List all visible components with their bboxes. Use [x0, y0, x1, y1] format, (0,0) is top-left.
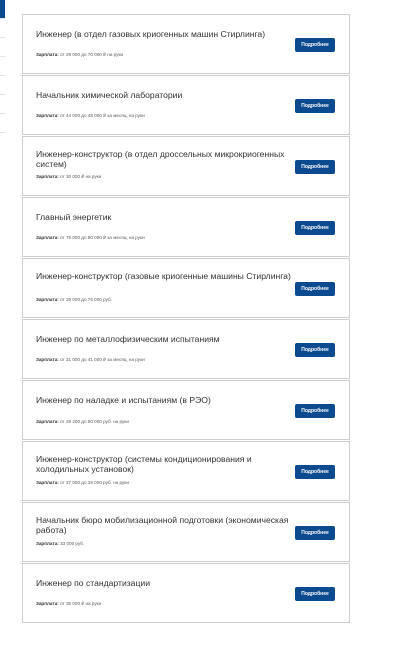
vacancy-title[interactable]: Инженер по наладке и испытаниям (в РЭО)	[36, 395, 294, 405]
vacancy-salary: Зарплата: от 31 000 до 41 000 ₽ за месяц…	[36, 357, 145, 363]
salary-label: Зарплата:	[36, 297, 59, 302]
vacancy-salary: Зарплата: от 44 000 до 48 000 ₽ за месяц…	[36, 113, 145, 119]
sidebar-item[interactable]	[0, 38, 5, 57]
salary-label: Зарплата:	[36, 541, 59, 546]
sidebar-item[interactable]	[0, 19, 5, 38]
vacancy-salary: Зарплата: от 29 000 до 70 000 ₽ на руки	[36, 52, 123, 58]
salary-value: от 30 000 ₽ на руки	[60, 174, 102, 179]
vacancy-salary: Зарплата: от 35 000 ₽ на руки	[36, 601, 101, 607]
salary-label: Зарплата:	[36, 174, 59, 179]
vacancy-card: Начальник бюро мобилизационной подготовк…	[22, 502, 350, 562]
sidebar-item[interactable]	[0, 95, 5, 114]
vacancy-salary: Зарплата: от 27 000 до 39 000 руб. на ру…	[36, 480, 129, 485]
salary-label: Зарплата:	[36, 235, 59, 240]
vacancy-salary: Зарплата: от 30 000 ₽ на руки	[36, 174, 101, 180]
salary-label: Зарплата:	[36, 419, 59, 424]
details-button[interactable]: Подробнее	[295, 587, 335, 601]
vacancy-card: Главный энергетик Зарплата: от 75 000 до…	[22, 197, 350, 257]
salary-label: Зарплата:	[36, 480, 59, 485]
vacancy-salary: Зарплата: от 75 000 до 80 000 ₽ за месяц…	[36, 235, 145, 241]
vacancy-title[interactable]: Инженер по стандартизации	[36, 578, 294, 588]
salary-value: от 29 200 до 60 000 руб. на руки	[60, 419, 129, 424]
sidebar-stub	[0, 0, 5, 150]
details-button[interactable]: Подробнее	[295, 343, 335, 357]
salary-label: Зарплата:	[36, 601, 59, 606]
vacancy-card: Инженер по наладке и испытаниям (в РЭО) …	[22, 380, 350, 440]
salary-value: от 29 000 до 70 000 ₽ на руки	[60, 52, 124, 57]
vacancy-title[interactable]: Главный энергетик	[36, 212, 294, 222]
sidebar-item[interactable]	[0, 57, 5, 76]
vacancy-title[interactable]: Начальник химической лаборатории	[36, 90, 294, 100]
salary-label: Зарплата:	[36, 357, 59, 362]
salary-label: Зарплата:	[36, 113, 59, 118]
salary-value: 33 000 руб.	[60, 541, 85, 546]
vacancy-card: Инженер-конструктор (газовые криогенные …	[22, 258, 350, 318]
details-button[interactable]: Подробнее	[295, 282, 335, 296]
details-button[interactable]: Подробнее	[295, 38, 335, 52]
vacancy-title[interactable]: Инженер-конструктор (газовые криогенные …	[36, 271, 294, 281]
salary-value: от 75 000 до 80 000 ₽ за месяц, на руки	[60, 235, 145, 240]
vacancy-card: Инженер (в отдел газовых криогенных маши…	[22, 14, 350, 74]
vacancy-card: Инженер по металлофизическим испытаниям …	[22, 319, 350, 379]
vacancy-title[interactable]: Инженер-конструктор (в отдел дроссельных…	[36, 149, 294, 169]
salary-value: от 35 000 ₽ на руки	[60, 601, 102, 606]
details-button[interactable]: Подробнее	[295, 526, 335, 540]
vacancy-list: Инженер (в отдел газовых криогенных маши…	[22, 14, 350, 624]
sidebar-item[interactable]	[0, 76, 5, 95]
salary-label: Зарплата:	[36, 52, 59, 57]
vacancy-card: Инженер-конструктор (системы кондиционир…	[22, 441, 350, 501]
salary-value: от 44 000 до 48 000 ₽ за месяц, на руки	[60, 113, 145, 118]
vacancy-title[interactable]: Инженер-конструктор (системы кондиционир…	[36, 454, 294, 474]
salary-value: от 27 000 до 39 000 руб. на руки	[60, 480, 129, 485]
salary-value: от 31 000 до 41 000 ₽ за месяц, на руки	[60, 357, 145, 362]
vacancy-salary: Зарплата: от 29 200 до 60 000 руб. на ру…	[36, 419, 129, 424]
vacancy-title[interactable]: Начальник бюро мобилизационной подготовк…	[36, 515, 294, 535]
vacancy-salary: Зарплата: от 29 000 до 75 000 руб.	[36, 297, 112, 302]
sidebar-item[interactable]	[0, 114, 5, 133]
vacancy-card: Инженер по стандартизации Зарплата: от 3…	[22, 563, 350, 623]
vacancy-card: Начальник химической лаборатории Зарплат…	[22, 75, 350, 135]
vacancy-title[interactable]: Инженер по металлофизическим испытаниям	[36, 334, 294, 344]
details-button[interactable]: Подробнее	[295, 221, 335, 235]
salary-value: от 29 000 до 75 000 руб.	[60, 297, 112, 302]
vacancy-title[interactable]: Инженер (в отдел газовых криогенных маши…	[36, 29, 294, 39]
vacancy-salary: Зарплата: 33 000 руб.	[36, 541, 84, 546]
details-button[interactable]: Подробнее	[295, 99, 335, 113]
details-button[interactable]: Подробнее	[295, 160, 335, 174]
details-button[interactable]: Подробнее	[295, 404, 335, 418]
vacancy-card: Инженер-конструктор (в отдел дроссельных…	[22, 136, 350, 196]
sidebar-item-active[interactable]	[0, 0, 5, 19]
details-button[interactable]: Подробнее	[295, 465, 335, 479]
